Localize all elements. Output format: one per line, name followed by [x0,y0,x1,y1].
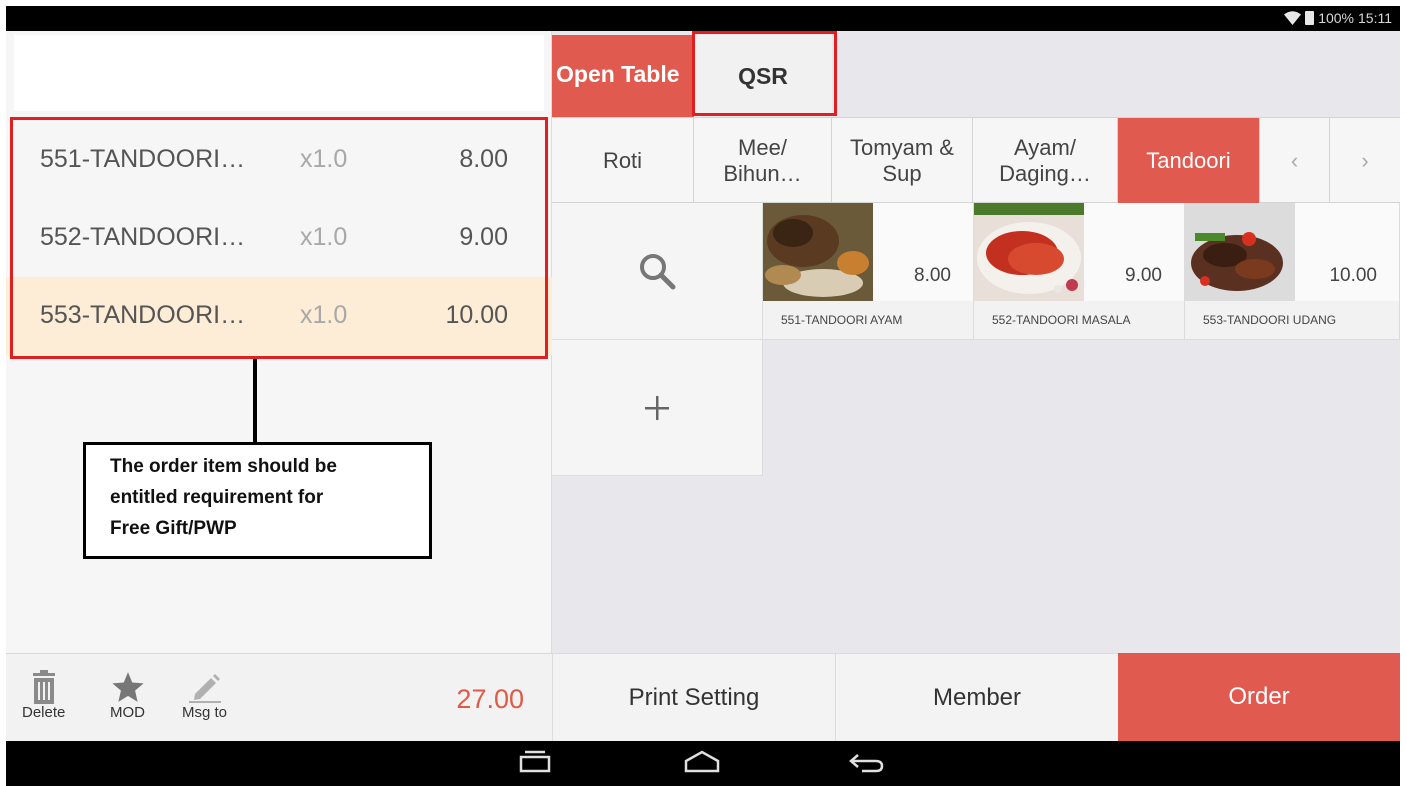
order-header-field[interactable] [14,35,544,111]
product-name: 551-TANDOORI AYAM [763,301,973,339]
category-tandoori[interactable]: Tandoori [1118,118,1260,203]
order-item-selected[interactable]: 553-TANDOORI… x1.0 10.00 [6,277,552,355]
order-item-qty: x1.0 [300,145,348,173]
clock: 15:11 [1358,10,1392,26]
order-item[interactable]: 551-TANDOORI… x1.0 8.00 [6,121,552,199]
tablet-screen: 100% 15:11 551-TANDOORI… x1.0 8.00 552-T… [6,6,1400,786]
product-tile[interactable]: 10.00 553-TANDOORI UDANG [1185,203,1400,340]
status-bar: 100% 15:11 [6,6,1400,31]
pencil-icon [188,674,221,703]
battery-level: 100% [1318,10,1354,26]
mod-label: MOD [110,704,145,721]
print-setting-button[interactable]: Print Setting [552,653,835,741]
back-icon[interactable] [848,749,886,775]
mode-tabs: Open Table QSR [552,31,1400,117]
order-item-qty: x1.0 [300,223,348,251]
battery-icon [1305,11,1315,25]
category-tomyam-sup[interactable]: Tomyam & Sup [832,118,973,203]
order-item-price: 8.00 [459,145,508,173]
trash-icon [32,670,55,704]
add-item-button[interactable] [552,340,763,476]
msg-to-button[interactable]: Msg to [182,662,227,721]
menu-panel: Open Table QSR Roti Mee/ Bihun… Tomyam & [552,31,1400,741]
callout-connector [253,359,257,443]
delete-button[interactable]: Delete [22,662,65,721]
category-label: Sup [882,160,922,186]
category-label: Ayam/ [1014,134,1076,160]
category-bar: Roti Mee/ Bihun… Tomyam & Sup Ayam/ Dagi… [552,117,1400,203]
callout-line-2: entitled requirement for [110,487,324,508]
tandoori-masala-image [974,203,1084,301]
tandoori-udang-image [1185,203,1295,301]
tandoori-ayam-image [763,203,873,301]
home-icon[interactable] [683,749,721,775]
plus-icon [645,395,669,420]
action-bar: Print Setting Member Order [552,653,1400,741]
category-label: Bihun… [723,160,802,186]
delete-label: Delete [22,704,66,721]
order-panel: 551-TANDOORI… x1.0 8.00 552-TANDOORI… x1… [6,31,552,741]
order-item-name: 553-TANDOORI… [40,301,246,329]
chevron-right-icon: › [1361,147,1369,173]
product-tile[interactable]: 9.00 552-TANDOORI MASALA [974,203,1185,340]
product-price: 8.00 [914,265,951,286]
pos-app: 551-TANDOORI… x1.0 8.00 552-TANDOORI… x1… [6,31,1400,741]
product-name: 552-TANDOORI MASALA [974,301,1184,339]
order-total: 27.00 [456,684,524,714]
search-button[interactable] [552,203,763,340]
category-label: Mee/ [738,134,787,160]
category-mee-bihun[interactable]: Mee/ Bihun… [694,118,832,203]
category-label: Tomyam & [850,134,954,160]
order-list: 551-TANDOORI… x1.0 8.00 552-TANDOORI… x1… [6,121,552,355]
tab-open-table[interactable]: Open Table [552,35,694,117]
tab-qsr[interactable]: QSR [694,35,832,117]
order-item-price: 10.00 [445,301,508,329]
order-toolbar: Delete MOD Msg to 27.00 [6,653,552,741]
order-button[interactable]: Order [1118,653,1400,741]
navigation-bar [6,741,1400,786]
category-label: Roti [602,147,643,173]
product-price: 9.00 [1125,265,1162,286]
product-tile[interactable]: 8.00 551-TANDOORI AYAM [763,203,974,340]
annotation-callout: The order item should be entitled requir… [83,442,432,559]
category-label: Daging… [999,160,1091,186]
category-ayam-daging[interactable]: Ayam/ Daging… [973,118,1118,203]
category-next-button[interactable]: › [1330,118,1400,203]
order-item-qty: x1.0 [300,301,348,329]
star-icon [111,672,144,702]
product-name: 553-TANDOORI UDANG [1185,301,1399,339]
member-button[interactable]: Member [835,653,1118,741]
category-roti[interactable]: Roti [552,118,694,203]
wifi-icon [1284,11,1302,25]
mod-button[interactable]: MOD [110,662,145,721]
callout-line-3: Free Gift/PWP [110,518,237,539]
recent-apps-icon[interactable] [518,749,552,775]
callout-line-1: The order item should be [110,456,337,477]
order-item-name: 552-TANDOORI… [40,223,246,251]
msg-to-label: Msg to [182,704,228,721]
category-prev-button[interactable]: ‹ [1260,118,1330,203]
chevron-left-icon: ‹ [1290,147,1299,173]
order-item-name: 551-TANDOORI… [40,145,246,173]
order-item[interactable]: 552-TANDOORI… x1.0 9.00 [6,199,552,277]
product-price: 10.00 [1329,265,1377,286]
search-icon [640,254,676,290]
category-label: Tandoori [1146,147,1231,173]
order-item-price: 9.00 [459,223,508,251]
